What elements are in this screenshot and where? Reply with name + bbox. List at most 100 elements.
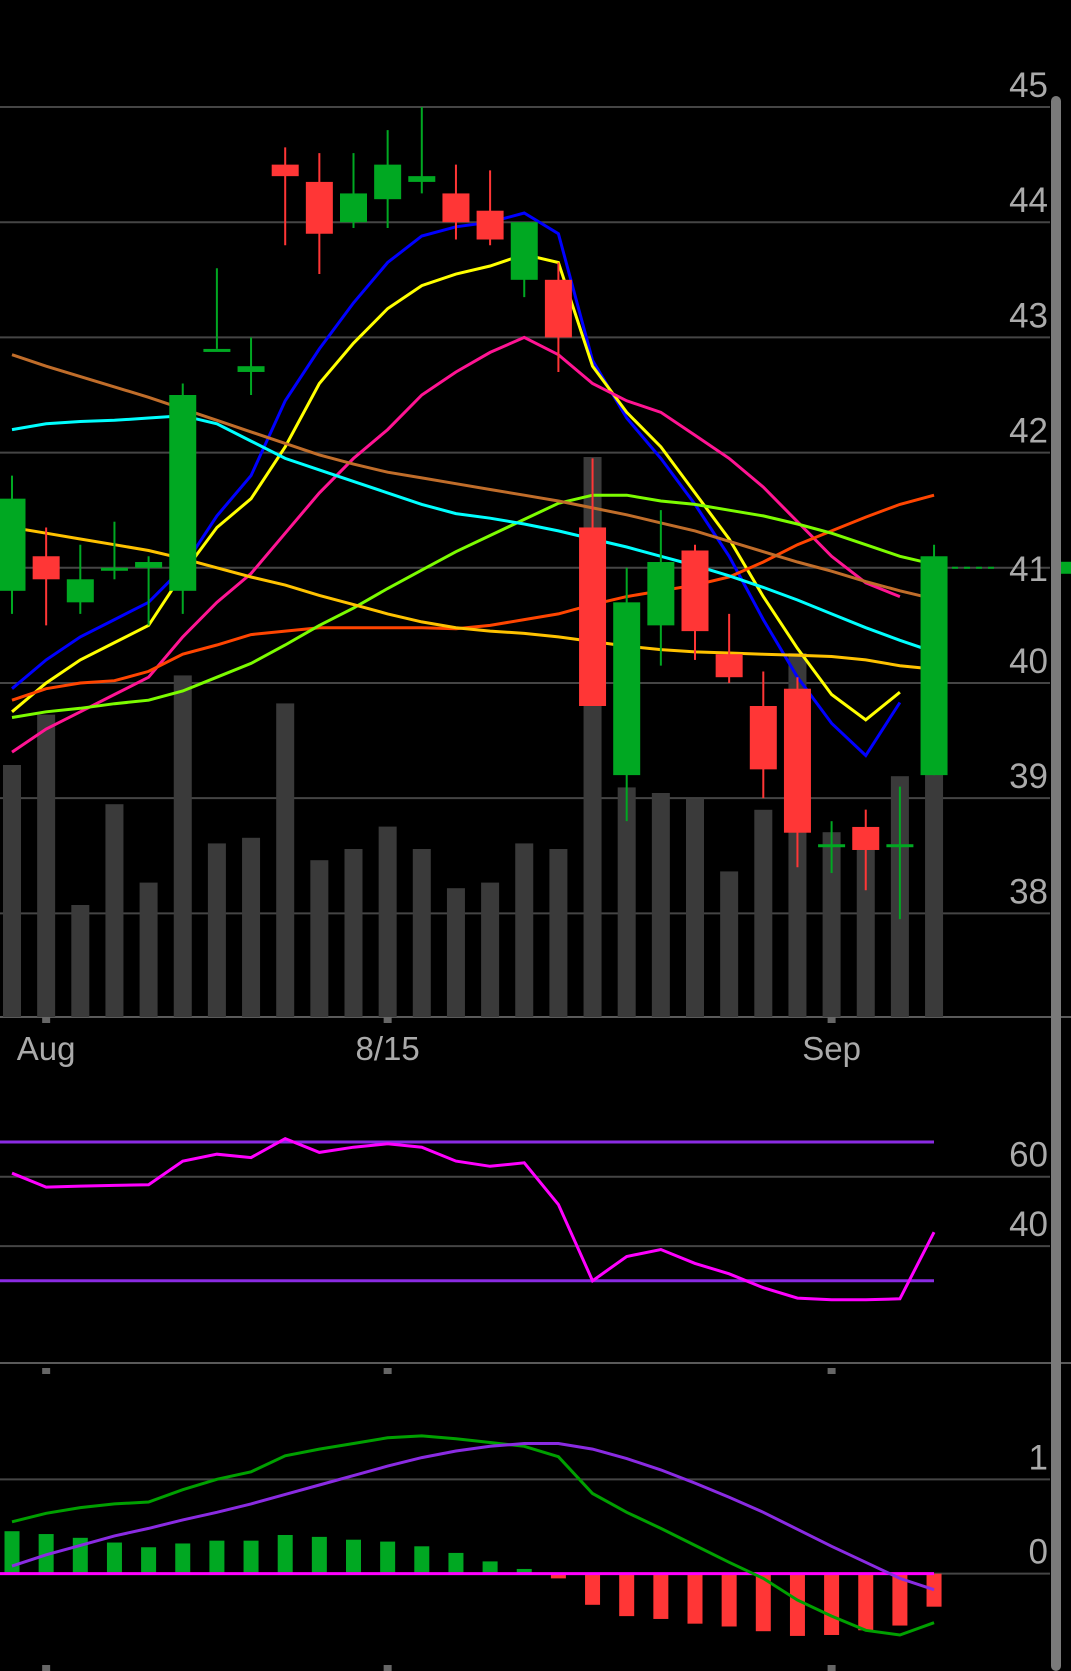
price-tick-label: 40	[1009, 642, 1048, 681]
volume-bar	[925, 759, 944, 1017]
date-tick-mark	[827, 1368, 836, 1374]
volume-bar	[686, 798, 704, 1017]
volume-bar	[37, 714, 56, 1017]
macd-histogram-bar	[653, 1573, 669, 1619]
candle-body	[66, 579, 94, 603]
candle-body	[135, 562, 163, 568]
candle-body	[749, 706, 777, 770]
volume-bar	[720, 871, 739, 1017]
price-tick-label: 45	[1009, 66, 1048, 105]
date-tick-mark	[827, 1665, 836, 1671]
macd-histogram-bar	[858, 1573, 874, 1631]
last-price-label: 41	[1009, 550, 1048, 589]
volume-bar	[207, 843, 226, 1017]
volume-bar	[617, 787, 636, 1017]
macd-tick-label: 0	[1029, 1533, 1048, 1572]
macd-histogram-bar	[243, 1540, 259, 1574]
candle-body	[715, 654, 743, 678]
stock-chart[interactable]: 45444342403938 41 Aug 8/15 Sep 6040 10	[0, 0, 1071, 1671]
volume-bar	[378, 826, 397, 1017]
date-tick-mark	[42, 1665, 51, 1671]
candle-body	[32, 556, 60, 580]
macd-histogram-bar	[414, 1546, 430, 1574]
moving-average-line	[11, 414, 935, 654]
volume-bar	[105, 804, 124, 1017]
macd-histogram-bar	[311, 1536, 327, 1574]
candle-body	[203, 348, 231, 352]
candle-body	[271, 164, 299, 177]
candle-body	[340, 193, 367, 223]
oscillator-tick-label: 40	[1009, 1205, 1048, 1244]
volume-bar	[3, 765, 21, 1017]
candle-body	[476, 210, 504, 240]
volume-bar	[242, 837, 261, 1017]
candle-body	[408, 176, 436, 182]
volume-bar	[173, 675, 192, 1017]
macd-histogram-bar	[380, 1541, 396, 1574]
volume-bar	[549, 849, 568, 1017]
macd-histogram-bar	[175, 1543, 191, 1574]
macd-histogram-bar	[346, 1539, 361, 1574]
volume-bar	[412, 849, 431, 1017]
volume-bar	[310, 860, 329, 1017]
candle-body	[886, 844, 914, 848]
candle-body	[852, 826, 880, 850]
macd-panel: 10	[0, 1434, 1050, 1637]
candle-body	[100, 567, 128, 571]
macd-histogram-bar	[926, 1573, 942, 1607]
last-price-tag	[1061, 561, 1071, 574]
macd-histogram-bar	[619, 1573, 635, 1617]
candle-body	[0, 498, 26, 591]
volume-bar	[651, 793, 670, 1017]
moving-average-line	[11, 252, 901, 722]
date-tick-label: Sep	[802, 1030, 861, 1067]
candle-body	[169, 395, 197, 591]
moving-average-line	[11, 335, 901, 754]
macd-histogram-bar	[789, 1573, 805, 1636]
volume-bar	[481, 882, 500, 1017]
price-tick-label: 38	[1009, 872, 1048, 911]
candle-body	[613, 602, 641, 776]
price-tick-label: 44	[1009, 181, 1048, 220]
macd-tick-label: 1	[1029, 1438, 1048, 1477]
date-tick-label: 8/15	[356, 1030, 420, 1067]
candle-body	[681, 550, 709, 632]
moving-average-lines	[11, 211, 935, 758]
candle-body	[510, 222, 538, 280]
candle-body	[818, 844, 846, 848]
candle-body	[783, 688, 811, 833]
candle-body	[647, 562, 675, 626]
oscillator-tick-label: 60	[1009, 1136, 1048, 1175]
macd-histogram-bar	[209, 1540, 225, 1574]
oscillator-line	[11, 1136, 936, 1302]
date-tick-mark	[383, 1368, 392, 1374]
date-tick-mark	[42, 1368, 51, 1374]
volume-bar	[71, 905, 90, 1017]
date-tick-mark	[383, 1665, 392, 1671]
candle-body	[374, 164, 402, 200]
price-tick-label: 43	[1009, 296, 1048, 335]
candle-body	[920, 556, 948, 776]
candle-body	[544, 279, 572, 338]
macd-histogram-bar	[141, 1547, 157, 1574]
vertical-scrollbar[interactable]	[1051, 96, 1061, 1671]
macd-histogram-bar	[687, 1573, 703, 1624]
volume-bar	[515, 843, 534, 1017]
date-tick-mark	[827, 1017, 836, 1023]
macd-histogram-bar	[824, 1573, 840, 1635]
oscillator-panel: 60 40	[0, 1136, 1071, 1364]
date-tick-mark	[42, 1017, 51, 1023]
date-tick-label: Aug	[17, 1030, 76, 1067]
price-tick-label: 39	[1009, 757, 1048, 796]
macd-histogram-bar	[482, 1561, 498, 1574]
macd-histogram-bar	[448, 1552, 464, 1574]
macd-histogram-bar	[585, 1573, 601, 1605]
macd-histogram-bar	[106, 1542, 122, 1574]
volume-bar	[446, 888, 465, 1017]
volume-bar	[344, 849, 363, 1017]
price-axis: 45 44 43 42 40 39 38	[1009, 66, 1048, 911]
volume-bar	[754, 809, 773, 1017]
volume-bar	[139, 882, 158, 1017]
macd-histogram-bar	[4, 1531, 20, 1574]
macd-histogram-bar	[721, 1573, 737, 1627]
